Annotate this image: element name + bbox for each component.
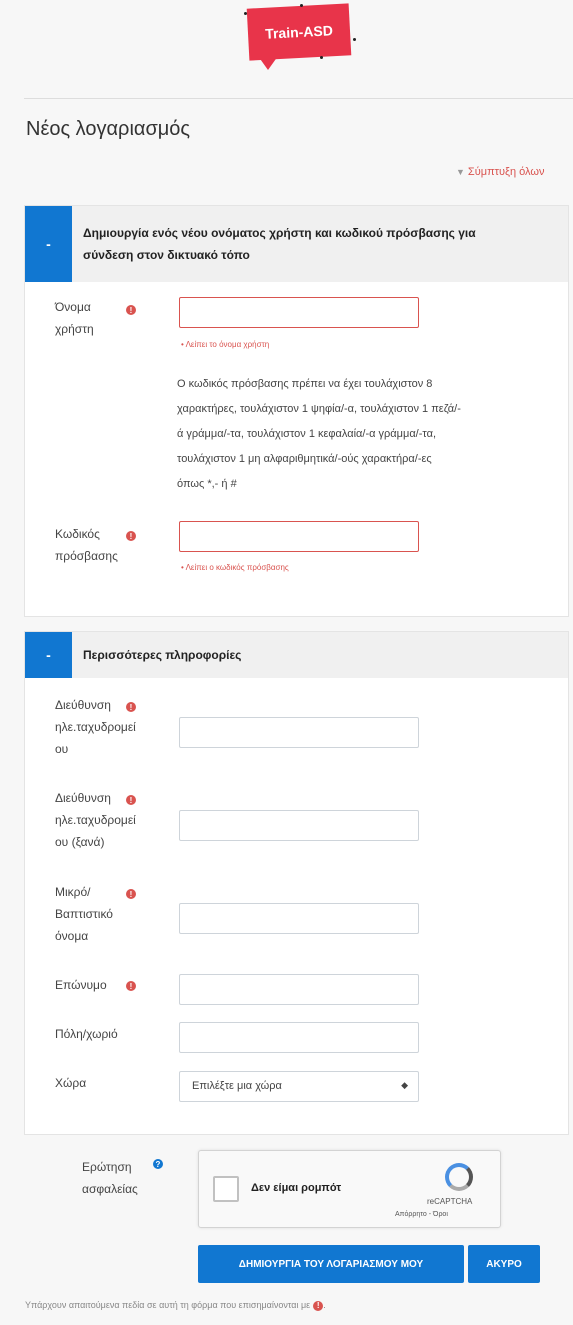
- note-text: Υπάρχουν απαιτούμενα πεδία σε αυτή τη φό…: [25, 1300, 311, 1310]
- site-logo[interactable]: Train-ASD: [240, 0, 360, 78]
- city-label: Πόλη/χωριό: [55, 1027, 118, 1041]
- policy-line: τουλάχιστον 1 μη αλφαριθμητικά/-ούς χαρα…: [177, 453, 432, 465]
- policy-line: Ο κωδικός πρόσβασης πρέπει να έχει τουλά…: [177, 378, 433, 390]
- lastname-label: Επώνυμο: [55, 978, 107, 992]
- required-icon: !: [126, 305, 136, 315]
- country-select[interactable]: Επιλέξτε μια χώρα ◆: [179, 1071, 419, 1102]
- label-line: ασφαλείας: [82, 1182, 138, 1196]
- label-line: ου (ξανά): [55, 835, 105, 849]
- label-line: Βαπτιστικό: [55, 907, 113, 921]
- password-label: Κωδικός πρόσβασης: [55, 523, 118, 567]
- label-line: ηλε.ταχυδρομεί: [55, 720, 136, 734]
- lastname-input[interactable]: [179, 974, 419, 1005]
- email-label: Διεύθυνση ηλε.ταχυδρομεί ου: [55, 694, 136, 760]
- label-line: χρήστη: [55, 322, 94, 336]
- policy-line: χαρακτήρες, τουλάχιστον 1 ψηφία/-α, τουλ…: [177, 403, 461, 415]
- recaptcha-label: Δεν είμαι ρομπότ: [251, 1182, 342, 1194]
- note-end: .: [323, 1300, 326, 1310]
- required-icon: !: [126, 531, 136, 541]
- logo-dot: [320, 56, 323, 59]
- logo-tail-shape: [258, 56, 278, 70]
- email-again-label: Διεύθυνση ηλε.ταχυδρομεί ου (ξανά): [55, 787, 136, 853]
- required-icon: !: [126, 702, 136, 712]
- create-account-button[interactable]: ΔΗΜΙΟΥΡΓΙΑ ΤΟΥ ΛΟΓΑΡΙΑΣΜΟΥ ΜΟΥ: [198, 1245, 464, 1283]
- policy-line: ά γράμμα/-τα, τουλάχιστον 1 κεφαλαία/-α …: [177, 428, 437, 440]
- recaptcha-logo-icon: [445, 1163, 473, 1191]
- logo-text: Train-ASD: [246, 3, 352, 61]
- label-line: Διεύθυνση: [55, 698, 111, 712]
- country-label: Χώρα: [55, 1076, 87, 1090]
- required-icon: !: [126, 981, 136, 991]
- section-header[interactable]: - Δημιουργία ενός νέου ονόματος χρήστη κ…: [25, 206, 568, 282]
- country-selected-value: Επιλέξτε μια χώρα: [192, 1080, 282, 1092]
- password-policy: Ο κωδικός πρόσβασης πρέπει να έχει τουλά…: [177, 372, 537, 497]
- label-line: Κωδικός: [55, 527, 100, 541]
- section-header[interactable]: - Περισσότερες πληροφορίες: [25, 632, 568, 678]
- password-error: • Λείπει ο κωδικός πρόσβασης: [181, 563, 289, 572]
- recaptcha-widget: Δεν είμαι ρομπότ reCAPTCHA Απόρρητο - Όρ…: [198, 1150, 501, 1228]
- help-icon[interactable]: ?: [153, 1159, 163, 1169]
- cancel-button[interactable]: ΑΚΥΡΟ: [468, 1245, 540, 1283]
- username-label: Όνομα χρήστη: [55, 296, 94, 340]
- username-error: • Λείπει το όνομα χρήστη: [181, 340, 270, 349]
- city-input[interactable]: [179, 1022, 419, 1053]
- firstname-label: Μικρό/ Βαπτιστικό όνομα: [55, 881, 113, 947]
- email-input[interactable]: [179, 717, 419, 748]
- section-toggle-button[interactable]: -: [25, 206, 72, 282]
- logo-dot: [244, 12, 247, 15]
- label-line: ηλε.ταχυδρομεί: [55, 813, 136, 827]
- label-line: όνομα: [55, 929, 89, 943]
- policy-line: όπως *,- ή #: [177, 478, 237, 490]
- logo-dot: [300, 4, 303, 7]
- select-arrows-icon: ◆: [401, 1080, 408, 1090]
- page: Train-ASD Νέος λογαριασμός ▼ Σύμπτυξη όλω…: [0, 0, 573, 1325]
- label-line: πρόσβασης: [55, 549, 118, 563]
- required-icon: !: [126, 889, 136, 899]
- required-fields-note: Υπάρχουν απαιτούμενα πεδία σε αυτή τη φό…: [25, 1300, 326, 1311]
- section-title: Περισσότερες πληροφορίες: [83, 648, 242, 662]
- recaptcha-brand: reCAPTCHA: [427, 1197, 473, 1206]
- security-question-label: Ερώτηση ασφαλείας: [82, 1156, 138, 1200]
- firstname-input[interactable]: [179, 903, 419, 934]
- required-icon: !: [126, 795, 136, 805]
- section-title-line: σύνδεση στον δικτυακό τόπο: [83, 248, 250, 262]
- required-icon: !: [313, 1300, 324, 1311]
- label-line: Ερώτηση: [82, 1160, 132, 1174]
- caret-down-icon: ▼: [456, 167, 465, 177]
- collapse-all-link[interactable]: ▼ Σύμπτυξη όλων: [456, 166, 544, 178]
- label-line: Όνομα: [55, 300, 91, 314]
- label-line: ου: [55, 742, 69, 756]
- collapse-all-label: Σύμπτυξη όλων: [467, 166, 545, 178]
- username-input[interactable]: [179, 297, 419, 328]
- password-input[interactable]: [179, 521, 419, 552]
- section-toggle-button[interactable]: -: [25, 632, 72, 678]
- section-account-credentials: - Δημιουργία ενός νέου ονόματος χρήστη κ…: [24, 205, 569, 617]
- header-divider: [24, 98, 573, 99]
- email-again-input[interactable]: [179, 810, 419, 841]
- recaptcha-checkbox[interactable]: [213, 1176, 239, 1202]
- section-title: Δημιουργία ενός νέου ονόματος χρήστη και…: [83, 222, 476, 266]
- logo-dot: [353, 38, 356, 41]
- recaptcha-terms-link[interactable]: Απόρρητο - Όροι: [395, 1211, 448, 1218]
- section-title-line: Δημιουργία ενός νέου ονόματος χρήστη και…: [83, 226, 476, 240]
- section-more-information: - Περισσότερες πληροφορίες Διεύθυνση ηλε…: [24, 631, 569, 1135]
- page-title: Νέος λογαριασμός: [26, 118, 191, 140]
- label-line: Μικρό/: [55, 885, 91, 899]
- label-line: Διεύθυνση: [55, 791, 111, 805]
